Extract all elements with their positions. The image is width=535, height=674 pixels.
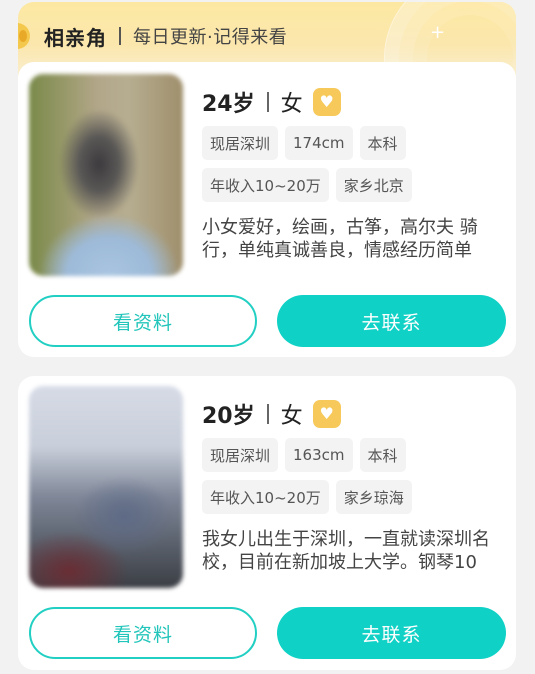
age-label: 20岁 [202, 404, 255, 429]
tag-hometown: 家乡琼海 [335, 480, 412, 514]
contact-button[interactable]: 去联系 [277, 295, 506, 347]
gender-label: 女 [280, 92, 303, 117]
tag-education: 本科 [359, 126, 406, 160]
banner-divider [119, 27, 121, 45]
tag-list: 现居深圳 174cm 本科 年收入10~20万 家乡北京 [202, 126, 512, 210]
contact-button[interactable]: 去联系 [277, 607, 506, 659]
tag-income: 年收入10~20万 [202, 480, 329, 514]
banner-title: 相亲角 [44, 25, 107, 50]
tag-height: 174cm [285, 126, 353, 160]
verified-heart-icon: ♥ [312, 88, 341, 116]
tag-residence: 现居深圳 [202, 126, 279, 160]
verified-heart-icon: ♥ [312, 400, 341, 428]
coin-icon [18, 23, 30, 49]
tag-hometown: 家乡北京 [335, 168, 412, 202]
profile-info: 24岁 女 ♥ 现居深圳 174cm 本科 年收入10~20万 家乡北京 小女爱… [202, 86, 512, 262]
tag-list: 现居深圳 163cm 本科 年收入10~20万 家乡琼海 [202, 438, 512, 522]
tag-residence: 现居深圳 [202, 438, 279, 472]
view-profile-button[interactable]: 看资料 [29, 295, 257, 347]
profile-description: 我女儿出生于深圳，一直就读深圳名校，目前在新加坡上大学。钢琴10 [202, 529, 490, 573]
age-label: 24岁 [202, 92, 255, 117]
banner-subtitle: 每日更新·记得来看 [133, 27, 288, 48]
profile-info: 20岁 女 ♥ 现居深圳 163cm 本科 年收入10~20万 家乡琼海 我女儿… [202, 398, 512, 574]
profile-card[interactable]: 20岁 女 ♥ 现居深圳 163cm 本科 年收入10~20万 家乡琼海 我女儿… [18, 376, 516, 670]
view-profile-button[interactable]: 看资料 [29, 607, 257, 659]
gender-label: 女 [280, 404, 303, 429]
profile-photo[interactable] [29, 386, 183, 588]
divider [266, 92, 269, 112]
divider [266, 404, 269, 424]
profile-card[interactable]: 24岁 女 ♥ 现居深圳 174cm 本科 年收入10~20万 家乡北京 小女爱… [18, 62, 516, 357]
tag-height: 163cm [285, 438, 353, 472]
sparkle-icon: + [430, 22, 446, 43]
profile-photo[interactable] [29, 74, 183, 276]
tag-income: 年收入10~20万 [202, 168, 329, 202]
profile-description: 小女爱好，绘画，古筝，高尔夫 骑行，单纯真诚善良，情感经历简单 [202, 217, 478, 261]
tag-education: 本科 [359, 438, 406, 472]
